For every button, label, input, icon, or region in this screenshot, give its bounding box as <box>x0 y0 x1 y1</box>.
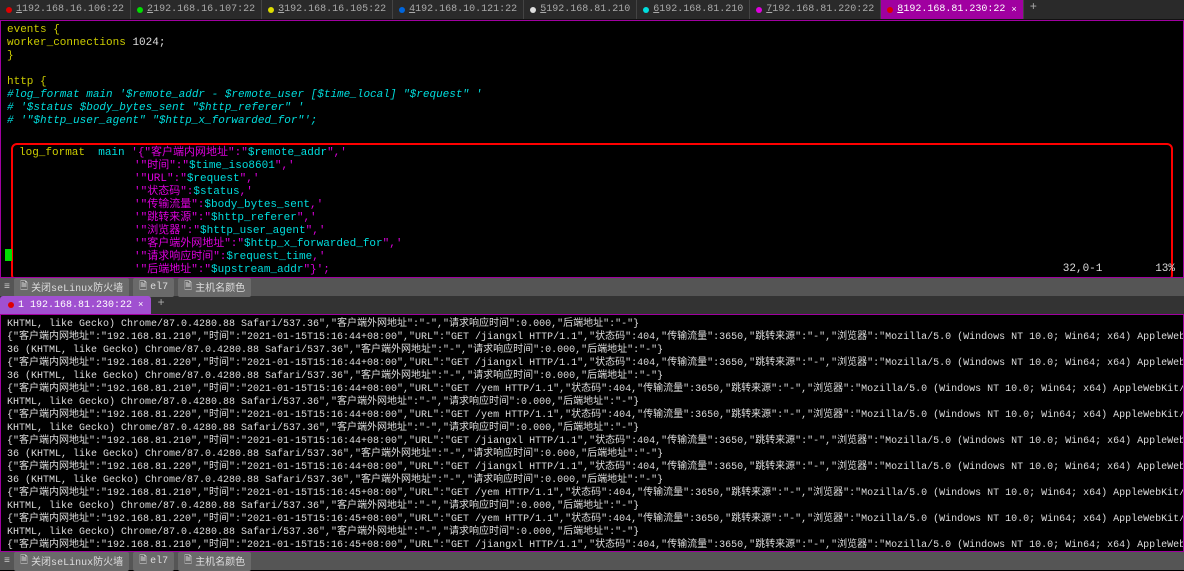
status-dot-icon <box>268 7 274 13</box>
close-icon[interactable]: × <box>138 300 143 310</box>
file-icon: 🗎 <box>184 553 192 570</box>
scroll-percent: 13% <box>1155 263 1175 275</box>
log-lines: KHTML, like Gecko) Chrome/87.0.4280.88 S… <box>7 318 1177 552</box>
log-line: {"客户端内网地址":"192.168.81.210","时间":"2021-0… <box>7 487 1177 500</box>
log-line: 36 (KHTML, like Gecko) Chrome/87.0.4280.… <box>7 448 1177 461</box>
file-icon: 🗎 <box>184 279 192 296</box>
log-line: 36 (KHTML, like Gecko) Chrome/87.0.4280.… <box>7 370 1177 383</box>
status-dot-icon <box>887 7 893 13</box>
taskbar-item[interactable]: 🗎el7 <box>133 278 174 297</box>
taskbar-item[interactable]: 🗎el7 <box>133 552 174 571</box>
directive: log_format <box>19 147 85 159</box>
log-line: {"客户端内网地址":"192.168.81.210","时间":"2021-0… <box>7 331 1177 344</box>
file-icon: 🗎 <box>20 553 28 570</box>
menu-icon[interactable]: ≡ <box>4 282 10 293</box>
taskbar-2: ≡ 🗎关闭seLinux防火墙 🗎el7 🗎主机名颜色 <box>0 552 1184 570</box>
taskbar-item[interactable]: 🗎关闭seLinux防火墙 <box>14 552 129 571</box>
log-line: KHTML, like Gecko) Chrome/87.0.4280.88 S… <box>7 500 1177 513</box>
close-icon[interactable]: × <box>1011 5 1016 15</box>
taskbar-1: ≡ 🗎关闭seLinux防火墙 🗎el7 🗎主机名颜色 <box>0 278 1184 296</box>
status-dot-icon <box>643 7 649 13</box>
value: 1024; <box>132 37 165 49</box>
log-line: {"客户端内网地址":"192.168.81.220","时间":"2021-0… <box>7 461 1177 474</box>
file-icon: 🗎 <box>20 279 28 296</box>
session-tab[interactable]: 1 192.168.16.106:22 <box>0 0 131 19</box>
log-line: 36 (KHTML, like Gecko) Chrome/87.0.4280.… <box>7 474 1177 487</box>
menu-icon[interactable]: ≡ <box>4 556 10 567</box>
log-line: {"客户端内网地址":"192.168.81.220","时间":"2021-0… <box>7 409 1177 422</box>
session-tab[interactable]: 3 192.168.16.105:22 <box>262 0 393 19</box>
session-tab[interactable]: 5 192.168.81.210 <box>524 0 637 19</box>
cursor-icon <box>5 249 12 261</box>
session-tab[interactable]: 4 192.168.10.121:22 <box>393 0 524 19</box>
directive: worker_connections <box>7 37 126 49</box>
log-line: KHTML, like Gecko) Chrome/87.0.4280.88 S… <box>7 422 1177 435</box>
log-line: {"客户端内网地址":"192.168.81.210","时间":"2021-0… <box>7 539 1177 552</box>
session-tab[interactable]: 8 192.168.81.230:22× <box>881 0 1023 19</box>
log-line: KHTML, like Gecko) Chrome/87.0.4280.88 S… <box>7 396 1177 409</box>
keyword: http { <box>7 76 47 88</box>
code-area: events { worker_connections 1024; } http… <box>1 21 1183 278</box>
log-line: 36 (KHTML, like Gecko) Chrome/87.0.4280.… <box>7 344 1177 357</box>
add-tab-button[interactable]: + <box>151 296 170 314</box>
log-line: KHTML, like Gecko) Chrome/87.0.4280.88 S… <box>7 526 1177 539</box>
session-tab[interactable]: 7 192.168.81.220:22 <box>750 0 881 19</box>
status-dot-icon <box>399 7 405 13</box>
log-line: KHTML, like Gecko) Chrome/87.0.4280.88 S… <box>7 318 1177 331</box>
add-tab-button[interactable]: + <box>1024 0 1043 19</box>
status-dot-icon <box>6 7 12 13</box>
file-icon: 🗎 <box>139 279 147 296</box>
taskbar-item[interactable]: 🗎关闭seLinux防火墙 <box>14 278 129 297</box>
status-dot-icon <box>8 302 14 308</box>
log-line: {"客户端内网地址":"192.168.81.210","时间":"2021-0… <box>7 435 1177 448</box>
status-dot-icon <box>137 7 143 13</box>
status-line: 32,0-1 13% <box>1063 263 1175 275</box>
file-icon: 🗎 <box>139 553 147 570</box>
log-format-block: log_format main '{"客户端内网地址":"$remote_add… <box>11 143 1173 278</box>
tab-bar: 1 192.168.16.106:222 192.168.16.107:223 … <box>0 0 1184 20</box>
log-line: {"客户端内网地址":"192.168.81.220","时间":"2021-0… <box>7 357 1177 370</box>
name: main <box>98 147 124 159</box>
comment: # '$status $body_bytes_sent "$http_refer… <box>7 102 1177 115</box>
taskbar-item[interactable]: 🗎主机名颜色 <box>178 552 251 571</box>
keyword: events { <box>7 24 60 36</box>
taskbar-item[interactable]: 🗎主机名颜色 <box>178 278 251 297</box>
status-dot-icon <box>756 7 762 13</box>
log-line: {"客户端内网地址":"192.168.81.220","时间":"2021-0… <box>7 513 1177 526</box>
comment: #log_format main '$remote_addr - $remote… <box>7 89 1177 102</box>
session-tab[interactable]: 6 192.168.81.210 <box>637 0 750 19</box>
log-line: {"客户端内网地址":"192.168.81.210","时间":"2021-0… <box>7 383 1177 396</box>
log-pane[interactable]: KHTML, like Gecko) Chrome/87.0.4280.88 S… <box>0 314 1184 552</box>
brace: } <box>7 50 14 62</box>
pane2-tabbar: 1 192.168.81.230:22× + <box>0 296 1184 314</box>
editor-pane[interactable]: events { worker_connections 1024; } http… <box>0 20 1184 278</box>
status-dot-icon <box>530 7 536 13</box>
pane2-tab[interactable]: 1 192.168.81.230:22× <box>0 296 151 314</box>
comment: # '"$http_user_agent" "$http_x_forwarded… <box>7 115 1177 128</box>
cursor-position: 32,0-1 <box>1063 263 1103 275</box>
session-tab[interactable]: 2 192.168.16.107:22 <box>131 0 262 19</box>
